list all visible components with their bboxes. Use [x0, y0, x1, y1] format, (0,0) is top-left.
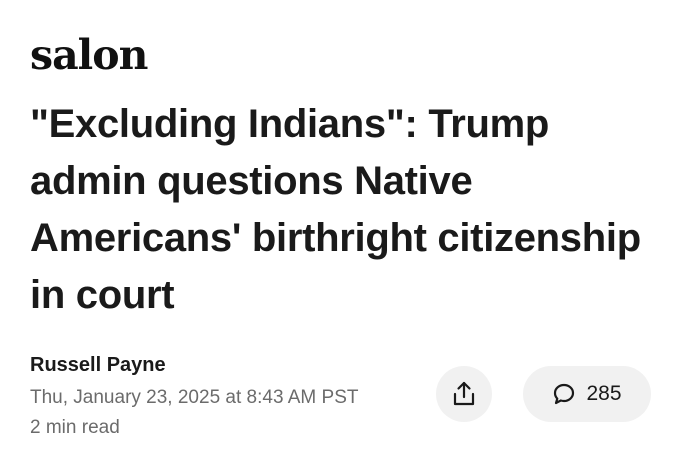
brand-logo[interactable]: salon	[30, 30, 148, 80]
author-name[interactable]: Russell Payne	[30, 353, 166, 377]
comment-count: 285	[586, 382, 622, 405]
article-headline: "Excluding Indians": Trump admin questio…	[30, 102, 641, 317]
share-button[interactable]	[436, 366, 492, 422]
read-time: 2 min read	[30, 417, 120, 438]
speech-bubble-icon	[552, 382, 576, 406]
comments-button[interactable]: 285	[523, 366, 651, 422]
share-icon	[452, 381, 476, 407]
publish-date: Thu, January 23, 2025 at 8:43 AM PST	[30, 387, 359, 408]
